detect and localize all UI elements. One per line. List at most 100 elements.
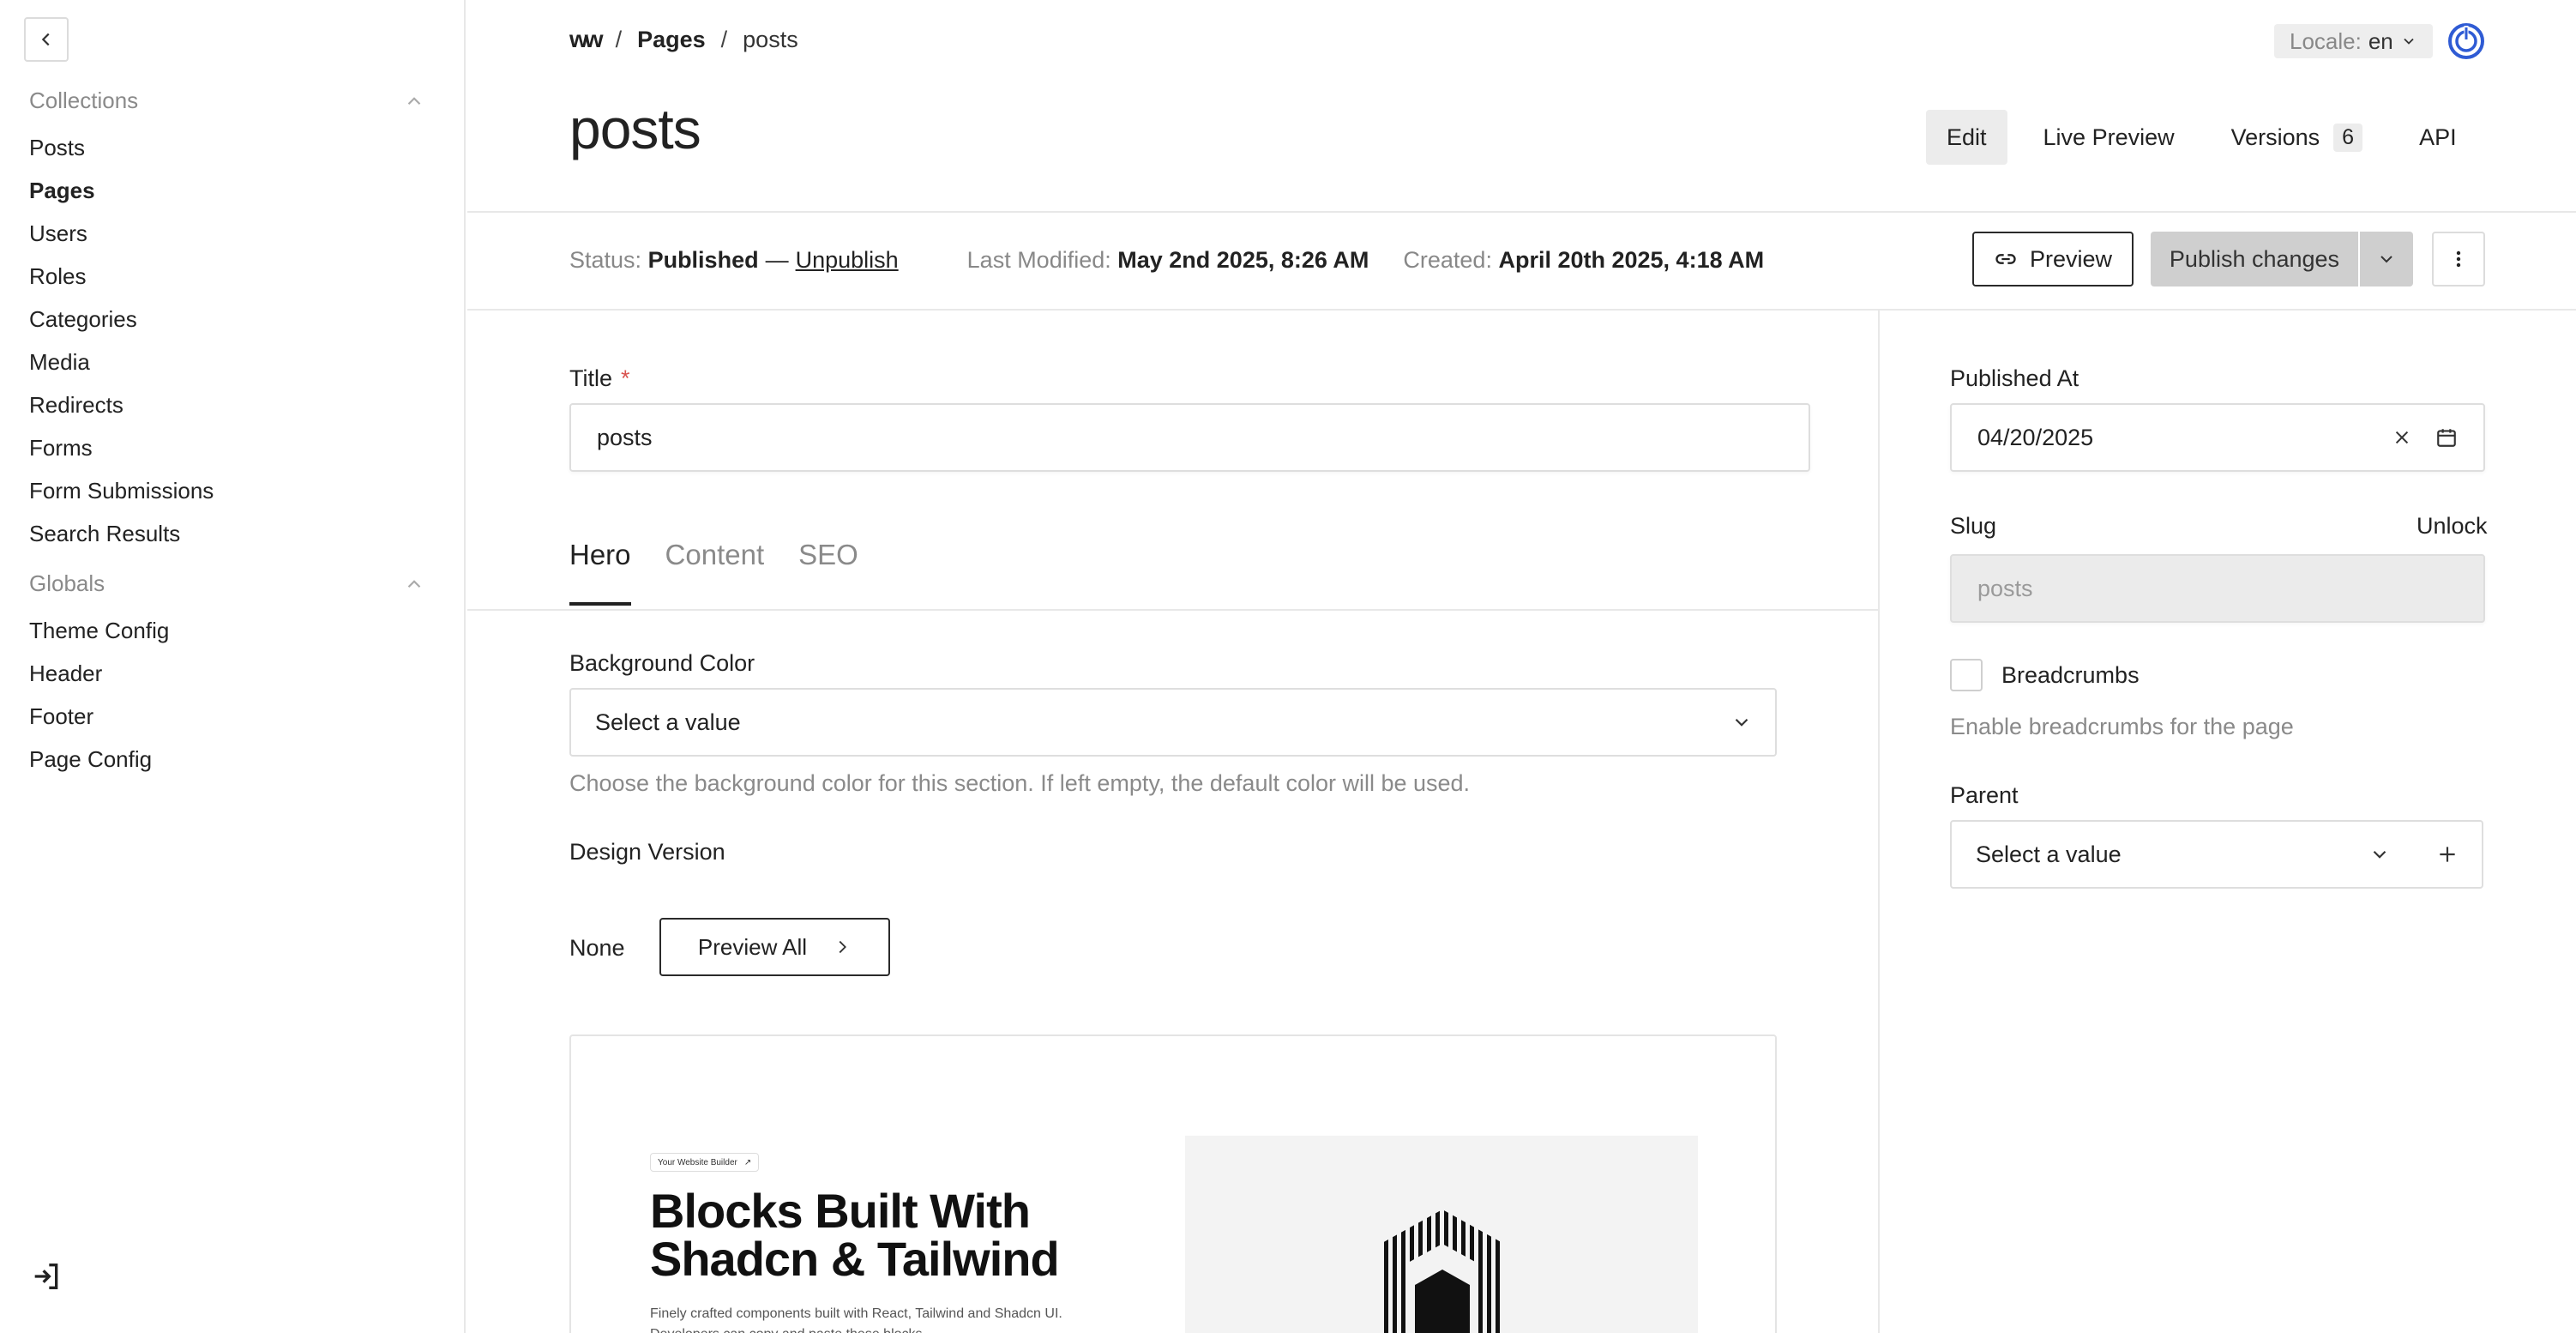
status-dash: — bbox=[765, 247, 789, 273]
chevron-up-icon bbox=[407, 96, 421, 105]
breadcrumb-separator: / bbox=[615, 26, 623, 52]
background-color-hint: Choose the background color for this sec… bbox=[569, 770, 1471, 796]
locale-label: Locale: bbox=[2290, 27, 2362, 54]
created-label: Created: bbox=[1403, 247, 1492, 273]
sidebar-item-users[interactable]: Users bbox=[29, 220, 87, 247]
title-input[interactable]: posts bbox=[569, 403, 1810, 472]
slug-input[interactable]: posts bbox=[1950, 554, 2485, 623]
collections-group-label: Collections bbox=[29, 87, 139, 113]
publish-options-dropdown[interactable] bbox=[2360, 232, 2413, 287]
tab-seo[interactable]: SEO bbox=[798, 539, 858, 606]
plus-icon bbox=[2440, 847, 2455, 862]
sidebar-item-header[interactable]: Header bbox=[29, 660, 102, 687]
preview-description: Finely crafted components built with Rea… bbox=[650, 1306, 1062, 1333]
required-indicator: * bbox=[621, 365, 630, 391]
preview-image bbox=[1185, 1136, 1698, 1333]
published-at-value: 04/20/2025 bbox=[1977, 424, 2094, 450]
versions-count-badge: 6 bbox=[2333, 123, 2363, 152]
breadcrumb-separator: / bbox=[720, 26, 728, 52]
parent-label: Parent bbox=[1950, 782, 2019, 808]
published-at-label: Published At bbox=[1950, 365, 2079, 391]
chevron-down-icon bbox=[2373, 850, 2386, 859]
globals-group-label: Globals bbox=[29, 570, 105, 596]
locale-value: en bbox=[2368, 27, 2393, 54]
sidebar-item-pages[interactable]: Pages bbox=[29, 178, 95, 204]
account-avatar-icon[interactable] bbox=[2447, 22, 2485, 60]
breadcrumbs-hint: Enable breadcrumbs for the page bbox=[1950, 714, 2294, 739]
chevron-down-icon bbox=[2380, 256, 2392, 263]
last-modified-value: May 2nd 2025, 8:26 AM bbox=[1117, 247, 1369, 273]
more-vertical-icon bbox=[2456, 250, 2461, 268]
sidebar-item-categories[interactable]: Categories bbox=[29, 306, 137, 333]
tab-live-preview[interactable]: Live Preview bbox=[2023, 110, 2195, 165]
sidebar-item-forms[interactable]: Forms bbox=[29, 435, 93, 461]
background-color-select[interactable]: Select a value bbox=[569, 688, 1777, 757]
design-version-value: None bbox=[569, 935, 625, 961]
sidebar-item-page-config[interactable]: Page Config bbox=[29, 746, 152, 773]
sidebar-item-roles[interactable]: Roles bbox=[29, 263, 86, 290]
unpublish-link[interactable]: Unpublish bbox=[796, 247, 899, 274]
preview-button-label: Preview bbox=[2029, 245, 2113, 272]
preview-all-label: Preview All bbox=[697, 933, 808, 960]
published-at-date-input[interactable]: 04/20/2025 bbox=[1950, 403, 2485, 472]
breadcrumbs-label: Breadcrumbs bbox=[2001, 662, 2140, 688]
preview-all-button[interactable]: Preview All bbox=[659, 918, 890, 976]
locale-selector[interactable]: Locale: en bbox=[2274, 24, 2433, 58]
last-modified-label: Last Modified: bbox=[966, 247, 1111, 273]
breadcrumb: ww / Pages / posts bbox=[569, 26, 798, 53]
background-color-label: Background Color bbox=[569, 650, 755, 676]
globals-group-toggle[interactable]: Globals bbox=[29, 570, 425, 597]
breadcrumb-current: posts bbox=[743, 26, 798, 52]
title-field-label: Title * bbox=[569, 365, 630, 391]
sidebar-item-search-results[interactable]: Search Results bbox=[29, 521, 180, 547]
preview-button[interactable]: Preview bbox=[1972, 232, 2134, 287]
publish-changes-button[interactable]: Publish changes bbox=[2151, 232, 2358, 287]
sidebar-item-theme-config[interactable]: Theme Config bbox=[29, 618, 169, 644]
breadcrumb-pages-link[interactable]: Pages bbox=[637, 27, 706, 53]
add-parent-button[interactable] bbox=[2413, 820, 2483, 889]
parent-select-value: Select a value bbox=[1976, 841, 2122, 867]
tab-versions-label: Versions bbox=[2230, 124, 2320, 150]
chevron-up-icon bbox=[407, 579, 421, 588]
sidebar-item-redirects[interactable]: Redirects bbox=[29, 392, 123, 419]
page-title: posts bbox=[569, 97, 701, 160]
status-value: Published bbox=[647, 247, 759, 273]
sidebar-item-form-submissions[interactable]: Form Submissions bbox=[29, 478, 214, 504]
column-divider bbox=[1878, 311, 1880, 1333]
breadcrumbs-checkbox[interactable] bbox=[1950, 659, 1983, 691]
logout-icon[interactable] bbox=[29, 1259, 63, 1294]
sidebar-item-footer[interactable]: Footer bbox=[29, 703, 93, 730]
sidebar-item-media[interactable]: Media bbox=[29, 349, 90, 376]
field-tabs: Hero Content SEO bbox=[569, 539, 858, 606]
chevron-down-icon bbox=[2404, 38, 2414, 45]
design-preview-card[interactable]: Your Website Builder ↗ Blocks Built With … bbox=[569, 1034, 1777, 1333]
collapse-sidebar-button[interactable] bbox=[24, 17, 69, 62]
tab-content[interactable]: Content bbox=[665, 539, 765, 606]
parent-select[interactable]: Select a value bbox=[1950, 820, 2415, 889]
divider bbox=[467, 609, 1878, 611]
logo-icon[interactable]: ww bbox=[569, 26, 604, 53]
divider bbox=[467, 211, 2576, 213]
clear-icon[interactable] bbox=[2392, 428, 2411, 447]
chevron-down-icon bbox=[1735, 718, 1748, 727]
link-icon bbox=[1995, 254, 2016, 264]
cube-logo-icon bbox=[1381, 1209, 1504, 1333]
more-options-button[interactable] bbox=[2432, 232, 2485, 287]
tab-hero[interactable]: Hero bbox=[569, 539, 631, 606]
slug-label: Slug bbox=[1950, 513, 1997, 539]
status-label: Status: bbox=[569, 247, 642, 273]
tab-versions[interactable]: Versions 6 bbox=[2211, 110, 2383, 165]
chevron-left-icon bbox=[41, 33, 50, 46]
preview-headline: Blocks Built With Shadcn & Tailwind bbox=[650, 1184, 1060, 1286]
document-status-bar: Status: Published — Unpublish Last Modif… bbox=[569, 247, 1764, 274]
preview-badge: Your Website Builder ↗ bbox=[650, 1153, 760, 1172]
tab-api[interactable]: API bbox=[2398, 110, 2477, 165]
view-tabs: Edit Live Preview Versions 6 API bbox=[1926, 110, 2493, 165]
tab-edit[interactable]: Edit bbox=[1926, 110, 2007, 165]
slug-unlock-button[interactable]: Unlock bbox=[2417, 513, 2488, 540]
sidebar-item-posts[interactable]: Posts bbox=[29, 135, 85, 161]
divider bbox=[467, 309, 2576, 311]
calendar-icon[interactable] bbox=[2435, 426, 2458, 449]
collections-group-toggle[interactable]: Collections bbox=[29, 87, 425, 114]
created-value: April 20th 2025, 4:18 AM bbox=[1498, 247, 1765, 273]
